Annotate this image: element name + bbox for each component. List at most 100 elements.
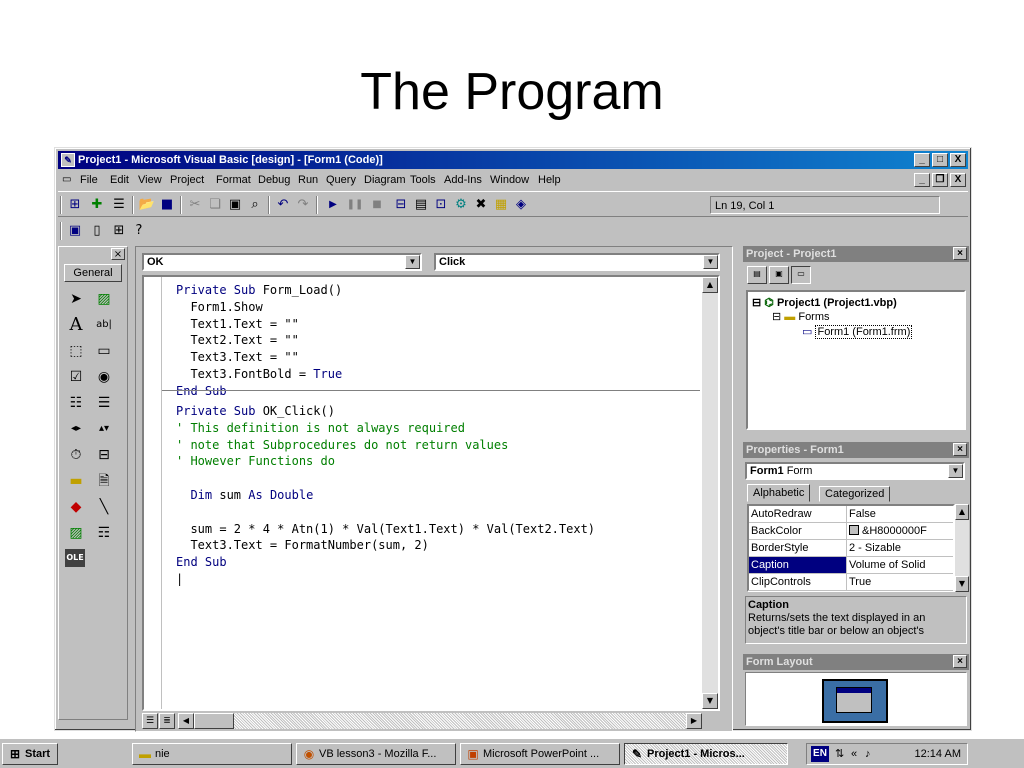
project-panel-title[interactable]: Project - Project1 ×	[743, 246, 969, 262]
listbox-icon[interactable]: ☰	[93, 393, 115, 413]
code-block-ok-click[interactable]: Private Sub OK_Click() ' This definition …	[176, 403, 595, 588]
copy-icon[interactable]: ❏	[206, 196, 224, 214]
form-layout-icon[interactable]: ⊡	[432, 196, 450, 214]
data-icon[interactable]: ☶	[93, 523, 115, 543]
horizontal-scroll-track[interactable]	[234, 713, 686, 729]
menu-tools[interactable]: Tools	[410, 171, 436, 189]
code-line[interactable]: ' note that Subprocedures do not return …	[176, 437, 595, 454]
code-line[interactable]: End Sub	[176, 383, 342, 400]
dirlistbox-icon[interactable]: ▬	[65, 471, 87, 491]
component-manager-icon[interactable]: ◈	[512, 196, 530, 214]
code-line[interactable]: Private Sub Form_Load()	[176, 282, 342, 299]
scroll-down-icon[interactable]: ▼	[955, 576, 969, 592]
property-row[interactable]: BackColor &H8000000F	[749, 523, 953, 540]
code-line[interactable]: Private Sub OK_Click()	[176, 403, 595, 420]
minimize-button[interactable]: _	[914, 153, 930, 167]
toolbox-general-tab[interactable]: General	[64, 264, 122, 282]
project-explorer-icon[interactable]: ⊟	[392, 196, 410, 214]
toolbox-close-button[interactable]: ×	[111, 248, 125, 260]
language-indicator[interactable]: EN	[811, 746, 829, 762]
procedure-view-icon[interactable]: ☰	[142, 713, 158, 729]
code-line[interactable]: ' This definition is not always required	[176, 420, 595, 437]
toggle-folders-icon[interactable]: ▭	[791, 266, 811, 284]
code-editor[interactable]: Private Sub Form_Load() Form1.Show Text1…	[142, 275, 720, 711]
start-icon[interactable]: ▶	[324, 196, 342, 214]
open-project-icon[interactable]: 📂	[138, 196, 156, 214]
drivelistbox-icon[interactable]: ⊟	[93, 445, 115, 465]
code-line[interactable]: Text3.Text = FormatNumber(sum, 2)	[176, 537, 595, 554]
menu-diagram[interactable]: Diagram	[364, 171, 406, 189]
pointer-icon[interactable]: ➤	[65, 289, 87, 309]
network-icon[interactable]: ⇅	[835, 744, 844, 764]
mdi-minimize-button[interactable]: _	[914, 173, 930, 187]
paste-icon[interactable]: ▣	[226, 196, 244, 214]
label-icon[interactable]: A	[65, 315, 87, 335]
code-line[interactable]: Form1.Show	[176, 299, 342, 316]
add-project-icon[interactable]: ⊞	[66, 196, 84, 214]
form-layout-panel-title[interactable]: Form Layout ×	[743, 654, 969, 670]
toggle-folders-icon[interactable]: ⊞	[110, 222, 128, 240]
close-icon[interactable]: ×	[953, 443, 967, 456]
view-object-icon[interactable]: ▯	[88, 222, 106, 240]
full-module-view-icon[interactable]: ≣	[159, 713, 175, 729]
code-line[interactable]: Text3.Text = ""	[176, 349, 342, 366]
code-line[interactable]: Dim sum As Double	[176, 487, 595, 504]
code-line[interactable]	[176, 504, 595, 521]
vb-app-icon[interactable]: ✎	[61, 153, 75, 167]
code-line[interactable]: |	[176, 571, 595, 588]
code-line[interactable]	[176, 470, 595, 487]
tray-expand-icon[interactable]: «	[851, 744, 857, 764]
window-titlebar[interactable]: ✎ Project1 - Microsoft Visual Basic [des…	[58, 151, 968, 169]
view-code-icon[interactable]: ▤	[747, 266, 767, 284]
property-row[interactable]: AutoRedraw False	[749, 506, 953, 523]
property-row[interactable]: ClipControls True	[749, 574, 953, 591]
tab-alphabetic[interactable]: Alphabetic	[747, 484, 811, 502]
image-icon[interactable]: ▨	[65, 523, 87, 543]
code-block-form-load[interactable]: Private Sub Form_Load() Form1.Show Text1…	[176, 282, 342, 400]
procedure-combo[interactable]: Click ▼	[434, 253, 720, 271]
find-icon[interactable]: ⌕	[246, 196, 264, 214]
data-view-icon[interactable]: ▦	[492, 196, 510, 214]
volume-icon[interactable]: ♪	[865, 744, 871, 764]
scroll-left-icon[interactable]: ◀	[178, 713, 194, 729]
scroll-down-icon[interactable]: ▼	[702, 693, 718, 709]
menu-add-ins[interactable]: Add-Ins	[444, 171, 482, 189]
scroll-right-icon[interactable]: ▶	[686, 713, 702, 729]
optionbutton-icon[interactable]: ◉	[93, 367, 115, 387]
timer-icon[interactable]: ⏱	[65, 445, 87, 465]
menu-format[interactable]: Format	[216, 171, 251, 189]
chevron-down-icon[interactable]: ▼	[948, 464, 963, 478]
picturebox-icon[interactable]: ▨	[93, 289, 115, 309]
form-position-thumbnail[interactable]	[836, 687, 872, 713]
properties-grid[interactable]: AutoRedraw False BackColor &H8000000F Bord…	[747, 504, 955, 592]
line-icon[interactable]: ╲	[93, 497, 115, 517]
chevron-down-icon[interactable]: ▼	[405, 255, 420, 269]
menu-file[interactable]: File	[80, 171, 98, 189]
vscrollbar-icon[interactable]: ▴▾	[93, 419, 115, 439]
close-icon[interactable]: ×	[953, 247, 967, 260]
vertical-scrollbar[interactable]: ▲ ▼	[702, 277, 718, 709]
tree-node-form1[interactable]: ▭ Form1 (Form1.frm)	[802, 325, 913, 339]
menu-edit[interactable]: Edit	[110, 171, 129, 189]
project-tree[interactable]: ⊟ ⌬ Project1 (Project1.vbp) ⊟ ▬ Forms ▭ …	[746, 290, 966, 430]
end-icon[interactable]: ■	[368, 196, 386, 214]
cut-icon[interactable]: ✂	[186, 196, 204, 214]
tab-categorized[interactable]: Categorized	[819, 486, 891, 502]
property-value[interactable]: True	[847, 574, 953, 590]
break-icon[interactable]: ❚❚	[346, 196, 364, 214]
properties-window-icon[interactable]: ▤	[412, 196, 430, 214]
property-value[interactable]: Volume of Solid	[847, 557, 953, 573]
chevron-down-icon[interactable]: ▼	[703, 255, 718, 269]
checkbox-icon[interactable]: ☑	[65, 367, 87, 387]
menu-run[interactable]: Run	[298, 171, 318, 189]
scroll-thumb[interactable]	[194, 713, 234, 729]
combobox-icon[interactable]: ☷	[65, 393, 87, 413]
view-code-icon[interactable]: ▣	[66, 222, 84, 240]
redo-icon[interactable]: ↷	[294, 196, 312, 214]
taskbar-item-powerpoint[interactable]: ▣ Microsoft PowerPoint ...	[460, 743, 620, 765]
menu-window[interactable]: Window	[490, 171, 529, 189]
start-button[interactable]: ⊞ Start	[2, 743, 58, 765]
textbox-icon[interactable]: ab|	[93, 315, 115, 335]
undo-icon[interactable]: ↶	[274, 196, 292, 214]
ole-icon[interactable]: OLE	[65, 549, 85, 567]
